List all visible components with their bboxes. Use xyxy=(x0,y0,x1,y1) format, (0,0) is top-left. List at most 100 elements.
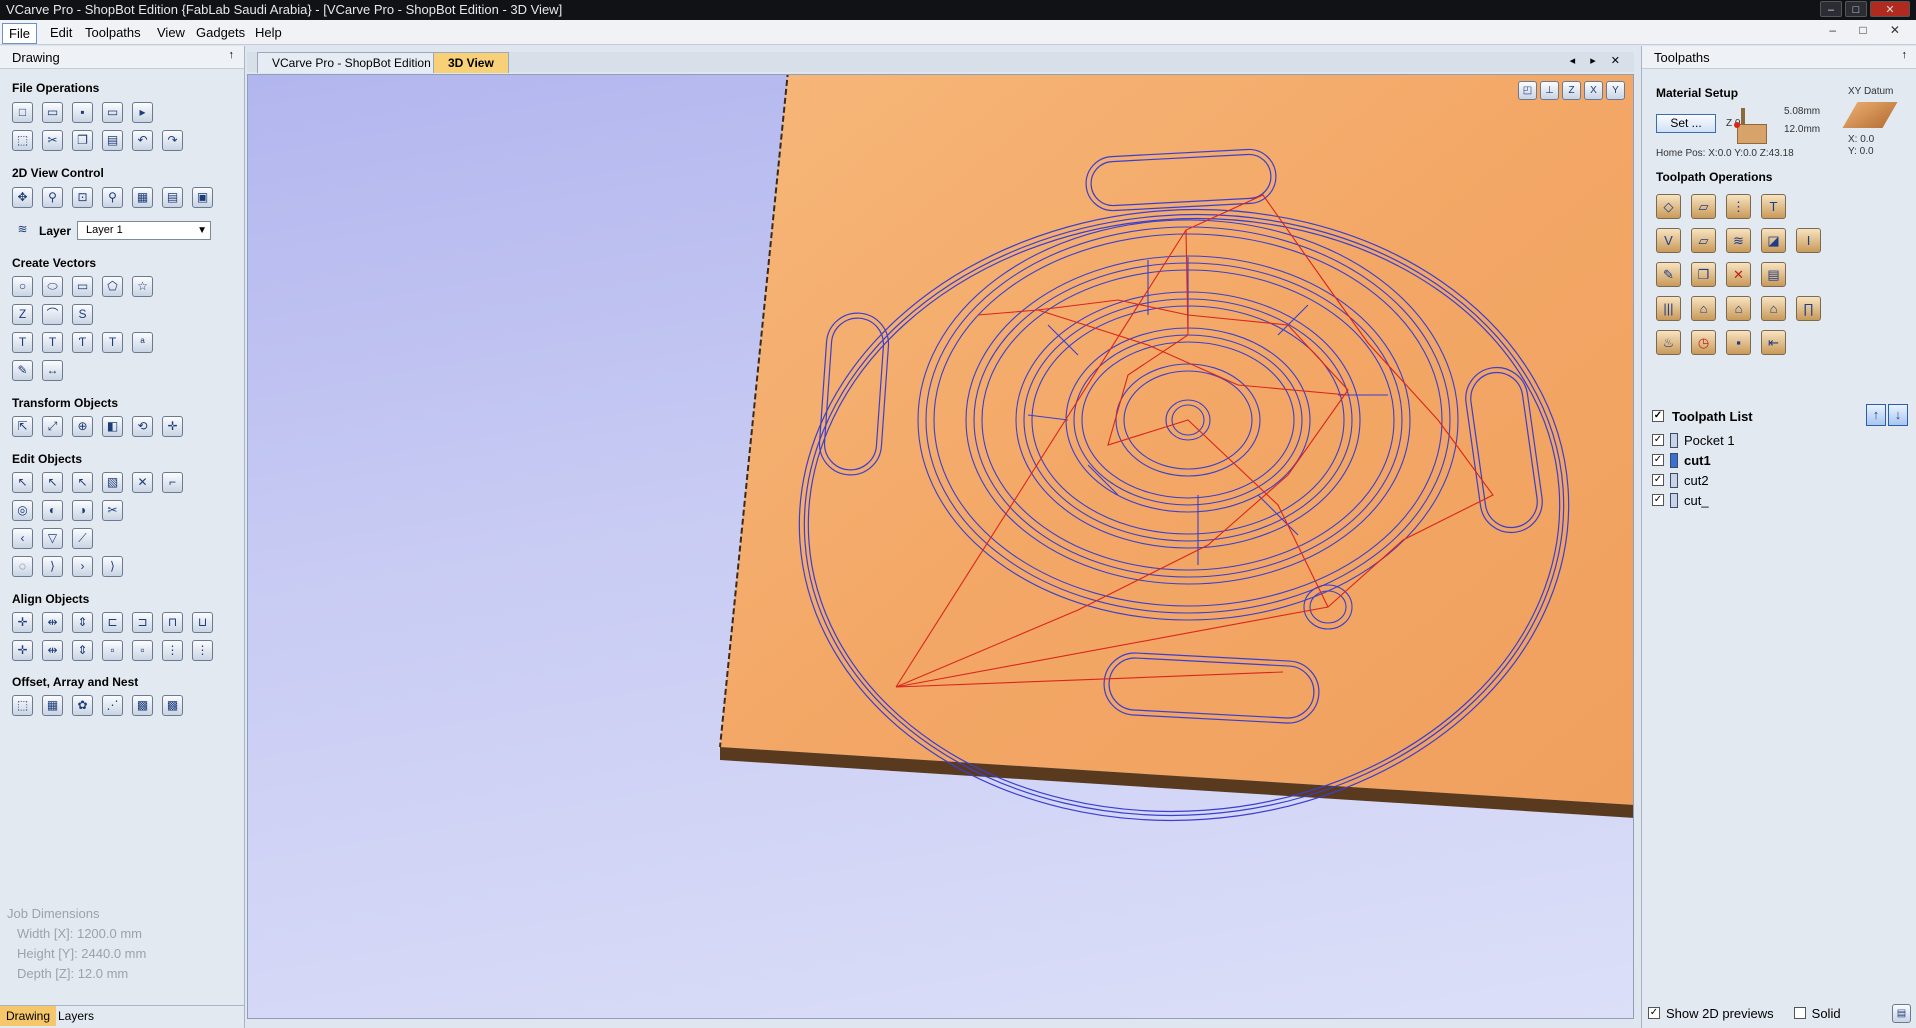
select-icon[interactable]: ↖ xyxy=(12,472,33,493)
tab-3d-view[interactable]: 3D View xyxy=(433,52,509,73)
space-h-icon[interactable]: ▫ xyxy=(102,640,123,661)
engrave-toolpath-icon[interactable]: T xyxy=(1761,194,1786,219)
ellipse-icon[interactable]: ⬭ xyxy=(42,276,63,297)
paste-icon[interactable]: ▤ xyxy=(102,130,123,151)
rotate-icon[interactable]: ⟲ xyxy=(132,416,153,437)
interactive-select-icon[interactable]: ↖ xyxy=(72,472,93,493)
x-view-icon[interactable]: X xyxy=(1584,81,1603,100)
maximize-button[interactable]: □ xyxy=(1845,1,1867,17)
align-center-page-icon[interactable]: ✛ xyxy=(12,640,33,661)
draw-icon[interactable]: ✎ xyxy=(12,360,33,381)
align-bottom-icon[interactable]: ⊔ xyxy=(192,612,213,633)
bitmap-trace-icon[interactable]: ▧ xyxy=(102,472,123,493)
nest-parts-icon[interactable]: ▩ xyxy=(162,695,183,716)
reset-preview-icon[interactable]: ♨ xyxy=(1656,330,1681,355)
auto-layout-text-icon[interactable]: T xyxy=(102,332,123,353)
extend-icon[interactable]: ⟋ xyxy=(72,528,93,549)
view-3d-icon[interactable]: ▣ xyxy=(192,187,213,208)
join-icon[interactable]: ⟩ xyxy=(42,556,63,577)
texture-toolpath-icon[interactable]: I xyxy=(1796,228,1821,253)
toolpath-item[interactable]: ✓ cut1 xyxy=(1648,450,1911,470)
move-icon[interactable]: ⇱ xyxy=(12,416,33,437)
layer-select[interactable]: Layer 1 ▼ xyxy=(77,221,211,240)
close-vector-icon[interactable]: › xyxy=(72,556,93,577)
polyline-icon[interactable]: Ζ xyxy=(12,304,33,325)
align-v-page-icon[interactable]: ⇕ xyxy=(72,640,93,661)
toolpath-list-checkbox[interactable]: ✓ xyxy=(1652,410,1664,422)
align-v-center-icon[interactable]: ⇕ xyxy=(72,612,93,633)
pin-icon[interactable]: ↑ xyxy=(229,49,235,61)
menu-file[interactable]: File xyxy=(2,23,37,44)
show-2d-previews-checkbox[interactable]: ✓ xyxy=(1648,1007,1660,1019)
distribute-v-icon[interactable]: ⋮ xyxy=(192,640,213,661)
import-icon[interactable]: ▭ xyxy=(102,102,123,123)
fillet-icon[interactable]: ▽ xyxy=(42,528,63,549)
offset-icon[interactable]: ⬚ xyxy=(12,695,33,716)
preview-toolpath-icon[interactable]: ⌂ xyxy=(1691,296,1716,321)
zoom-extents-icon[interactable]: ⊡ xyxy=(72,187,93,208)
calculator-icon[interactable]: ▤ xyxy=(1892,1004,1911,1023)
delete-toolpath-icon[interactable]: ✕ xyxy=(1726,262,1751,287)
new-file-icon[interactable]: □ xyxy=(12,102,33,123)
preview-all-icon[interactable]: ||| xyxy=(1656,296,1681,321)
z-view-icon[interactable]: Z xyxy=(1562,81,1581,100)
view-split-icon[interactable]: ▤ xyxy=(162,187,183,208)
copy-along-vector-icon[interactable]: ⋰ xyxy=(102,695,123,716)
space-v-icon[interactable]: ▫ xyxy=(132,640,153,661)
menu-gadgets[interactable]: Gadgets xyxy=(190,23,251,42)
close-button[interactable]: ✕ xyxy=(1870,1,1910,17)
vcarve-toolpath-icon[interactable]: V xyxy=(1656,228,1681,253)
curve-icon[interactable]: ⌒ xyxy=(42,304,63,325)
profile-toolpath-icon[interactable]: ◇ xyxy=(1656,194,1681,219)
text-arc-icon[interactable]: ᵃ xyxy=(132,332,153,353)
top-view-icon[interactable]: ⊥ xyxy=(1540,81,1559,100)
drilling-toolpath-icon[interactable]: ⋮ xyxy=(1726,194,1751,219)
pocket-toolpath-icon[interactable]: ▱ xyxy=(1691,194,1716,219)
fluting-toolpath-icon[interactable]: ≋ xyxy=(1726,228,1751,253)
edit-toolpath-icon[interactable]: ✎ xyxy=(1656,262,1681,287)
smooth-icon[interactable]: ◌ xyxy=(12,556,33,577)
export-toolpath-icon[interactable]: ⇤ xyxy=(1761,330,1786,355)
rectangle-icon[interactable]: ▭ xyxy=(72,276,93,297)
distribute-h-icon[interactable]: ⋮ xyxy=(162,640,183,661)
select-all-icon[interactable]: ⬚ xyxy=(12,130,33,151)
y-view-icon[interactable]: Y xyxy=(1606,81,1625,100)
mirror-icon[interactable]: ◧ xyxy=(102,416,123,437)
pin-icon[interactable]: ↑ xyxy=(1902,49,1908,61)
tool-database-icon[interactable]: ▤ xyxy=(1761,262,1786,287)
material-set-button[interactable]: Set ... xyxy=(1656,114,1716,133)
toolpath-checkbox[interactable]: ✓ xyxy=(1652,454,1664,466)
weld-icon[interactable]: ◎ xyxy=(12,500,33,521)
text-on-curve-icon[interactable]: Ƭ xyxy=(72,332,93,353)
3d-viewport[interactable]: ◰ ⊥ Z X Y xyxy=(247,74,1634,1019)
toolpath-item[interactable]: ✓ Pocket 1 xyxy=(1648,430,1911,450)
toolpath-checkbox[interactable]: ✓ xyxy=(1652,494,1664,506)
move-up-icon[interactable]: ↑ xyxy=(1866,404,1886,426)
view-2d-icon[interactable]: ▦ xyxy=(132,187,153,208)
export-icon[interactable]: ▸ xyxy=(132,102,153,123)
circle-icon[interactable]: ○ xyxy=(12,276,33,297)
open-file-icon[interactable]: ▭ xyxy=(42,102,63,123)
tabs-toolpath-icon[interactable]: ∏ xyxy=(1796,296,1821,321)
xy-datum-icon[interactable] xyxy=(1842,102,1897,128)
node-edit-icon[interactable]: ↖ xyxy=(42,472,63,493)
undo-icon[interactable]: ↶ xyxy=(132,130,153,151)
scissors-icon[interactable]: ✂ xyxy=(102,500,123,521)
move-down-icon[interactable]: ↓ xyxy=(1888,404,1908,426)
polygon-icon[interactable]: ⬠ xyxy=(102,276,123,297)
menu-toolpaths[interactable]: Toolpaths xyxy=(79,23,147,42)
tab-layers[interactable]: Layers xyxy=(52,1006,100,1026)
toolpath-item[interactable]: ✓ cut2 xyxy=(1648,470,1911,490)
intersect-icon[interactable]: ◑ xyxy=(72,500,93,521)
center-icon[interactable]: ⊕ xyxy=(72,416,93,437)
text-icon[interactable]: T xyxy=(12,332,33,353)
align-left-icon[interactable]: ⊏ xyxy=(102,612,123,633)
zoom-box-icon[interactable]: ⚲ xyxy=(102,187,123,208)
save-toolpath-icon[interactable]: ▪ xyxy=(1726,330,1751,355)
menu-help[interactable]: Help xyxy=(249,23,288,42)
prism-toolpath-icon[interactable]: ▱ xyxy=(1691,228,1716,253)
minimize-button[interactable]: – xyxy=(1820,1,1842,17)
measure-icon[interactable]: ⌐ xyxy=(162,472,183,493)
align-top-icon[interactable]: ⊓ xyxy=(162,612,183,633)
subtract-icon[interactable]: ◐ xyxy=(42,500,63,521)
